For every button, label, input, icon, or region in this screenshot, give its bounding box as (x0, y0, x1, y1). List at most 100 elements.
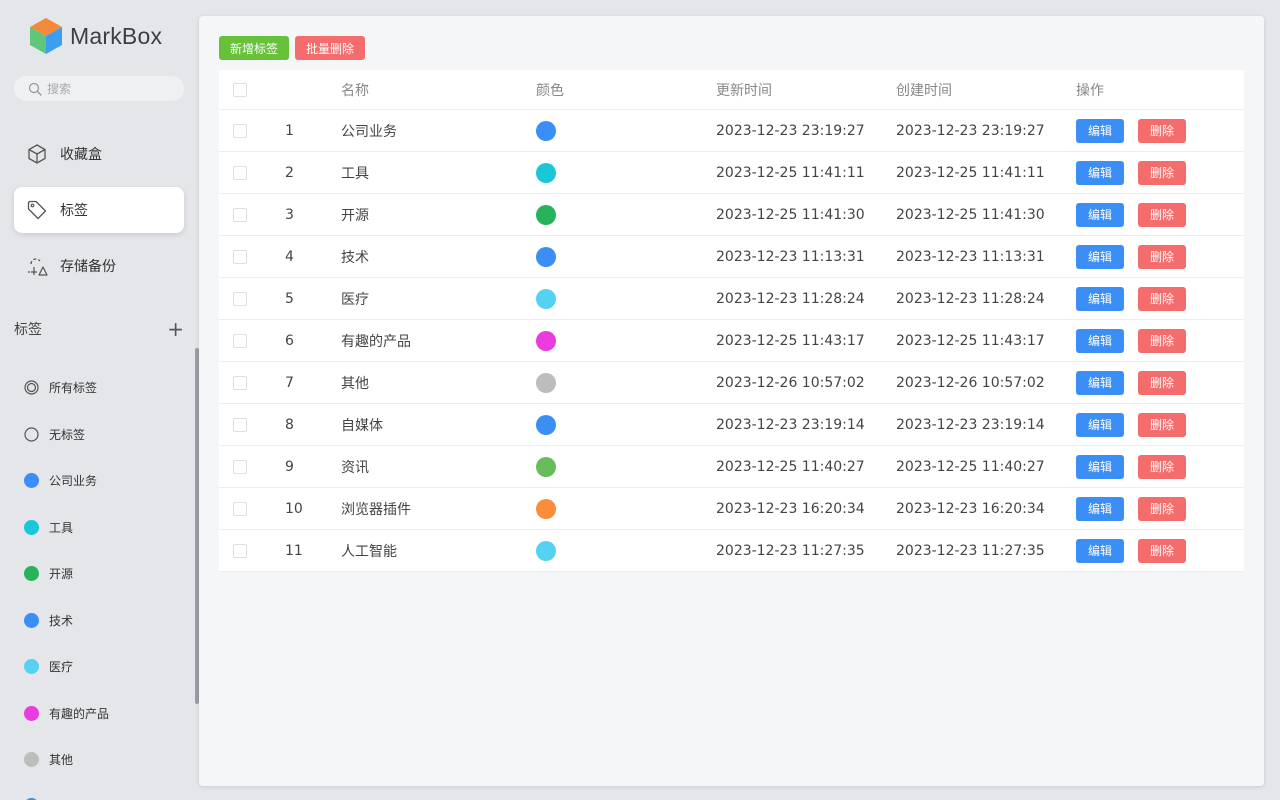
search-box[interactable] (14, 76, 184, 101)
row-checkbox[interactable] (233, 459, 247, 474)
delete-button[interactable]: 删除 (1138, 538, 1186, 563)
app-name: MarkBox (70, 22, 163, 49)
empty-circle-icon (24, 426, 39, 442)
tag-color-dot (24, 565, 39, 581)
nav-item-box[interactable]: 收藏盒 (14, 131, 184, 177)
sidebar-tag-item[interactable]: 工具 (24, 517, 73, 537)
edit-button[interactable]: 编辑 (1076, 538, 1124, 563)
edit-button[interactable]: 编辑 (1076, 412, 1124, 437)
delete-button[interactable]: 删除 (1138, 118, 1186, 143)
sidebar-tag-item[interactable]: 医疗 (24, 656, 73, 676)
delete-button[interactable]: 删除 (1138, 370, 1186, 395)
header-updated: 更新时间 (716, 82, 772, 99)
app-logo[interactable]: MarkBox (28, 16, 162, 56)
nav-label-box: 收藏盒 (60, 147, 102, 163)
sidebar-tag-none[interactable]: 无标签 (24, 424, 85, 444)
row-color-dot (536, 372, 556, 393)
all-tags-icon (24, 379, 39, 395)
edit-button[interactable]: 编辑 (1076, 454, 1124, 479)
tag-color-dot (24, 705, 39, 721)
edit-button[interactable]: 编辑 (1076, 244, 1124, 269)
row-checkbox[interactable] (233, 249, 247, 264)
row-checkbox[interactable] (233, 291, 247, 306)
search-input[interactable] (47, 81, 177, 96)
edit-button[interactable]: 编辑 (1076, 202, 1124, 227)
tag-color-dot (24, 612, 39, 628)
row-checkbox[interactable] (233, 123, 247, 138)
sidebar-tag-item[interactable]: 技术 (24, 610, 73, 630)
row-name: 技术 (341, 249, 369, 266)
row-updated: 2023-12-25 11:41:30 (716, 206, 865, 223)
delete-button[interactable]: 删除 (1138, 328, 1186, 353)
row-updated: 2023-12-23 23:19:14 (716, 416, 865, 433)
tag-section-header: 标签 + (14, 318, 184, 340)
table-row: 6 有趣的产品 2023-12-25 11:43:17 2023-12-25 11:4… (219, 320, 1244, 362)
sidebar-tag-partial[interactable] (24, 795, 39, 800)
row-updated: 2023-12-26 10:57:02 (716, 374, 865, 391)
row-created: 2023-12-23 11:13:31 (896, 248, 1045, 265)
delete-button[interactable]: 删除 (1138, 412, 1186, 437)
row-checkbox[interactable] (233, 417, 247, 432)
row-checkbox[interactable] (233, 375, 247, 390)
row-color-dot (536, 246, 556, 267)
delete-button[interactable]: 删除 (1138, 496, 1186, 521)
sidebar-tag-item[interactable]: 公司业务 (24, 470, 97, 490)
nav-item-tags[interactable]: 标签 (14, 187, 184, 233)
sidebar-tag-label: 工具 (49, 520, 74, 535)
row-color-dot (536, 456, 556, 477)
select-all-checkbox[interactable] (233, 82, 247, 97)
edit-button[interactable]: 编辑 (1076, 118, 1124, 143)
row-name: 人工智能 (341, 543, 397, 560)
sidebar-tag-all[interactable]: 所有标签 (24, 377, 97, 397)
sidebar-tag-item[interactable]: 开源 (24, 563, 73, 583)
row-index: 2 (285, 164, 294, 181)
delete-button[interactable]: 删除 (1138, 244, 1186, 269)
sidebar-tag-label: 医疗 (49, 659, 74, 674)
edit-button[interactable]: 编辑 (1076, 370, 1124, 395)
row-name: 其他 (341, 375, 369, 392)
table-row: 3 开源 2023-12-25 11:41:30 2023-12-25 11:41:3… (219, 194, 1244, 236)
delete-button[interactable]: 删除 (1138, 286, 1186, 311)
row-checkbox[interactable] (233, 165, 247, 180)
row-ops: 编辑 删除 (1076, 370, 1186, 395)
row-checkbox[interactable] (233, 207, 247, 222)
row-index: 1 (285, 122, 294, 139)
row-updated: 2023-12-25 11:40:27 (716, 458, 865, 475)
sidebar-tag-item[interactable]: 有趣的产品 (24, 703, 109, 723)
row-created: 2023-12-23 11:27:35 (896, 542, 1045, 559)
row-name: 自媒体 (341, 417, 383, 434)
table-row: 9 资讯 2023-12-25 11:40:27 2023-12-25 11:40:2… (219, 446, 1244, 488)
table-row: 7 其他 2023-12-26 10:57:02 2023-12-26 10:57:0… (219, 362, 1244, 404)
row-checkbox[interactable] (233, 501, 247, 516)
edit-button[interactable]: 编辑 (1076, 160, 1124, 185)
delete-button[interactable]: 删除 (1138, 202, 1186, 227)
add-tag-button[interactable]: 新增标签 (219, 36, 290, 60)
row-index: 9 (285, 458, 294, 475)
sidebar-tag-label: 开源 (49, 566, 74, 581)
cube-logo-icon (30, 18, 62, 54)
batch-delete-button[interactable]: 批量删除 (295, 36, 366, 60)
header-created: 创建时间 (896, 82, 952, 99)
tag-section-title: 标签 (14, 322, 42, 338)
table-row: 4 技术 2023-12-23 11:13:31 2023-12-23 11:13:3… (219, 236, 1244, 278)
row-created: 2023-12-23 11:28:24 (896, 290, 1045, 307)
row-checkbox[interactable] (233, 543, 247, 558)
row-checkbox[interactable] (233, 333, 247, 348)
nav-label-backup: 存储备份 (60, 259, 116, 275)
tag-icon (27, 200, 47, 220)
edit-button[interactable]: 编辑 (1076, 286, 1124, 311)
row-name: 资讯 (341, 459, 369, 476)
row-index: 6 (285, 332, 294, 349)
row-index: 11 (285, 542, 303, 559)
row-index: 5 (285, 290, 294, 307)
sidebar: MarkBox 收藏盒 标签 存储备份 标签 + (0, 0, 199, 800)
delete-button[interactable]: 删除 (1138, 454, 1186, 479)
edit-button[interactable]: 编辑 (1076, 328, 1124, 353)
add-tag-icon[interactable]: + (167, 319, 184, 339)
edit-button[interactable]: 编辑 (1076, 496, 1124, 521)
delete-button[interactable]: 删除 (1138, 160, 1186, 185)
table-row: 11 人工智能 2023-12-23 11:27:35 2023-12-23 11:2… (219, 530, 1244, 572)
nav-item-backup[interactable]: 存储备份 (14, 243, 184, 289)
row-created: 2023-12-25 11:41:30 (896, 206, 1045, 223)
sidebar-tag-item[interactable]: 其他 (24, 749, 73, 769)
